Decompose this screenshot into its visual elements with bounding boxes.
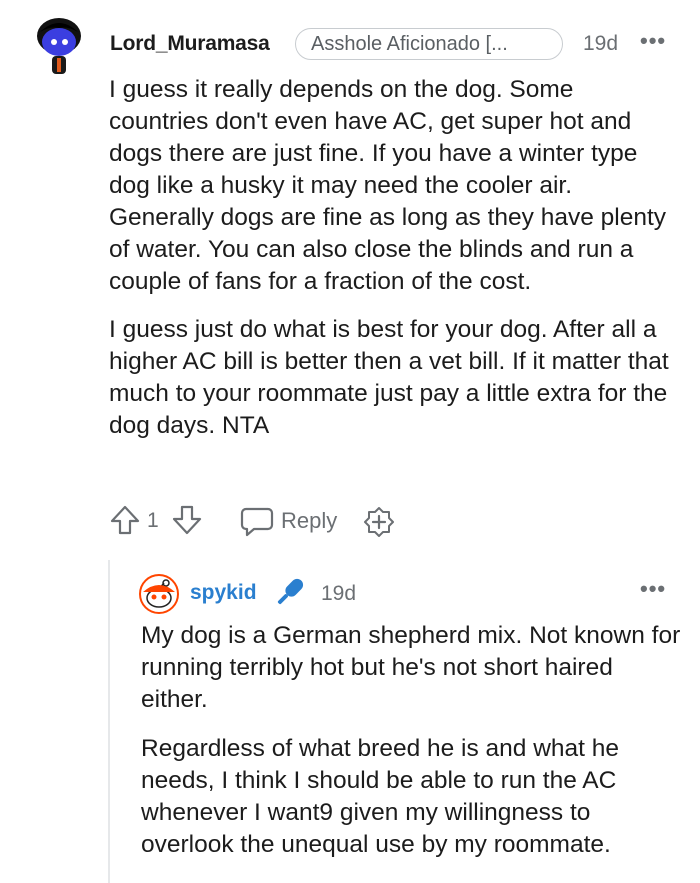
comment-username[interactable]: Lord_Muramasa xyxy=(110,32,270,56)
reply-username[interactable]: spykid xyxy=(190,581,257,605)
more-options-icon[interactable]: ••• xyxy=(640,576,666,602)
reply-avatar[interactable] xyxy=(138,574,180,614)
upvote-icon[interactable] xyxy=(108,503,142,537)
thread-line[interactable] xyxy=(108,560,110,883)
award-plus-icon[interactable] xyxy=(362,505,396,539)
vote-count: 1 xyxy=(147,509,159,532)
user-flair: Asshole Aficionado [... xyxy=(295,28,563,60)
reply-body: My dog is a German shepherd mix. Not kno… xyxy=(141,620,681,878)
more-options-icon[interactable]: ••• xyxy=(640,28,666,54)
reply-paragraph: Regardless of what breed he is and what … xyxy=(141,735,620,858)
reply-paragraph: My dog is a German shepherd mix. Not kno… xyxy=(141,622,681,713)
comment-paragraph: I guess it really depends on the dog. So… xyxy=(109,76,667,295)
downvote-icon[interactable] xyxy=(170,503,204,537)
microphone-icon xyxy=(277,578,304,605)
comment-timestamp: 19d xyxy=(583,32,619,55)
reply-timestamp: 19d xyxy=(321,582,357,605)
comment-body: I guess it really depends on the dog. So… xyxy=(109,74,679,458)
user-avatar[interactable] xyxy=(30,14,88,76)
reply-button[interactable]: Reply xyxy=(281,508,337,534)
comment-paragraph: I guess just do what is best for your do… xyxy=(109,316,669,439)
reply-bubble-icon[interactable] xyxy=(240,505,274,537)
